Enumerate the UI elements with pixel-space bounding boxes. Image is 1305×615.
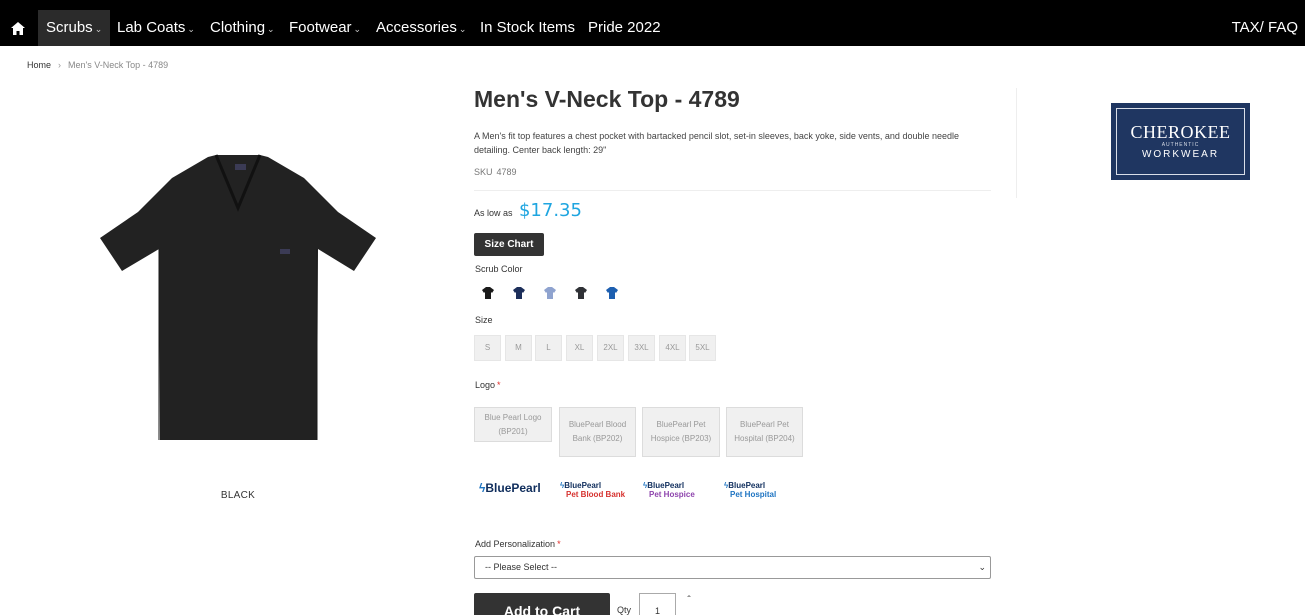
brand-logo-inner: CHEROKEE AUTHENTIC WORKWEAR [1116,108,1245,175]
nav-item-accessories[interactable]: Accessories ⌄ [368,10,474,46]
size-option[interactable]: S [474,335,501,361]
size-chart-button[interactable]: Size Chart [474,233,544,256]
bluepearl-blood-bank-logo: ϟBluePearl Pet Blood Bank [560,481,626,499]
qty-input[interactable]: 1 [639,593,676,615]
bluepearl-logo-text: BluePearl [485,481,541,495]
bluepearl-logo-subtext: Pet Hospice [649,490,695,499]
required-mark: * [497,380,501,390]
chevron-up-icon[interactable]: ˆ [682,593,696,607]
bluepearl-hospital-logo: ϟBluePearl Pet Hospital [724,481,777,499]
brand-sub: WORKWEAR [1141,148,1220,160]
product-image[interactable] [98,150,378,445]
color-swatch[interactable] [478,283,498,303]
bluepearl-logo-subtext: Pet Blood Bank [566,490,626,499]
scrub-color-label: Scrub Color [475,264,523,274]
bluepearl-logo-text: BluePearl [564,481,602,490]
nav-item-in-stock[interactable]: In Stock Items [472,10,583,46]
nav-item-clothing[interactable]: Clothing ⌄ [202,10,283,46]
brand-mid: AUTHENTIC [1161,141,1200,148]
nav-item-pride[interactable]: Pride 2022 [580,10,669,46]
breadcrumb-current: Men's V-Neck Top - 4789 [68,60,169,70]
swatch-shirt [606,287,618,299]
sku-label: SKU [474,167,493,177]
sku-value: 4789 [496,167,517,177]
swatch-shirt [513,287,525,299]
personalization-selected: -- Please Select -- [485,562,558,572]
price-row: As low as $17.35 [474,200,582,221]
size-option[interactable]: 5XL [689,335,716,361]
bluepearl-logo-subtext: Pet Hospital [730,490,777,499]
personalization-label: Add Personalization * [475,539,561,549]
nav-item-label: Accessories [376,19,457,36]
color-swatch[interactable] [509,283,529,303]
add-to-cart-button[interactable]: Add to Cart [474,593,610,615]
brand-logo: CHEROKEE AUTHENTIC WORKWEAR [1111,103,1250,180]
swatch-shirt [575,287,587,299]
shirt-icon [606,287,618,299]
nav-item-lab-coats[interactable]: Lab Coats ⌄ [109,10,203,46]
size-option[interactable]: 3XL [628,335,655,361]
shirt-icon [482,287,494,299]
breadcrumb-home-link[interactable]: Home [27,60,51,70]
nav-item-label: In Stock Items [480,19,576,36]
home-icon[interactable] [0,10,36,46]
shirt-icon [544,287,556,299]
chevron-down-icon: ⌄ [353,24,362,34]
size-option[interactable]: L [535,335,562,361]
tax-faq-link[interactable]: TAX/ FAQ [1232,10,1298,46]
breadcrumb-separator: › [58,60,62,70]
size-option[interactable]: M [505,335,532,361]
nav-item-label: Clothing [210,19,266,36]
price-label: As low as [474,208,513,218]
logo-option[interactable]: BluePearl Pet Hospice (BP203) [642,407,720,457]
bluepearl-logo-text: BluePearl [728,481,766,490]
logo-label: Logo * [475,380,501,390]
nav-item-label: Lab Coats [117,19,186,36]
chevron-down-icon: ⌄ [94,24,103,34]
size-option[interactable]: XL [566,335,593,361]
image-color-caption: BLACK [220,490,256,501]
bluepearl-logo: ϟBluePearl [479,481,541,495]
sku: SKU 4789 [474,167,517,177]
swatch-shirt [544,287,556,299]
nav-item-label: Pride 2022 [588,19,661,36]
brand-name: CHEROKEE [1130,121,1231,142]
chevron-down-icon: ⌄ [267,24,275,34]
bluepearl-hospice-logo: ϟBluePearl Pet Hospice [643,481,695,499]
chevron-down-icon: ⌄ [458,24,467,34]
logo-label-text: Logo [475,380,496,390]
shirt-icon [575,287,587,299]
nav-item-label: Scrubs [46,19,93,36]
personalization-label-text: Add Personalization [475,539,556,549]
divider [474,190,991,191]
price: $17.35 [518,200,582,221]
logo-option[interactable]: BluePearl Blood Bank (BP202) [559,407,636,457]
nav-item-footwear[interactable]: Footwear ⌄ [281,10,369,46]
swatch-shirt [482,287,494,299]
shirt-icon [513,287,525,299]
nav-item-scrubs[interactable]: Scrubs ⌄ [38,10,111,46]
logo-option[interactable]: Blue Pearl Logo (BP201) [474,407,552,442]
chevron-down-icon: ⌄ [978,562,986,572]
logo-option[interactable]: BluePearl Pet Hospital (BP204) [726,407,803,457]
size-option[interactable]: 2XL [597,335,624,361]
required-mark: * [557,539,561,549]
chevron-down-icon: ⌄ [187,24,195,34]
vertical-divider [1016,88,1017,198]
page-title: Men's V-Neck Top - 4789 [474,86,740,112]
size-option[interactable]: 4XL [659,335,686,361]
personalization-select[interactable]: -- Please Select -- ⌄ [474,556,991,579]
top-nav: Scrubs ⌄ Lab Coats ⌄ Clothing ⌄ Footwear ⌄ A… [0,0,1305,46]
bluepearl-logo-text: BluePearl [647,481,685,490]
color-swatch[interactable] [602,283,622,303]
size-label: Size [475,315,493,325]
color-swatch[interactable] [540,283,560,303]
color-swatch[interactable] [571,283,591,303]
product-description: A Men's fit top features a chest pocket … [474,131,959,155]
qty-label: Qty [617,605,632,615]
nav-item-label: Footwear [289,19,352,36]
breadcrumb: Home › Men's V-Neck Top - 4789 [27,60,168,70]
